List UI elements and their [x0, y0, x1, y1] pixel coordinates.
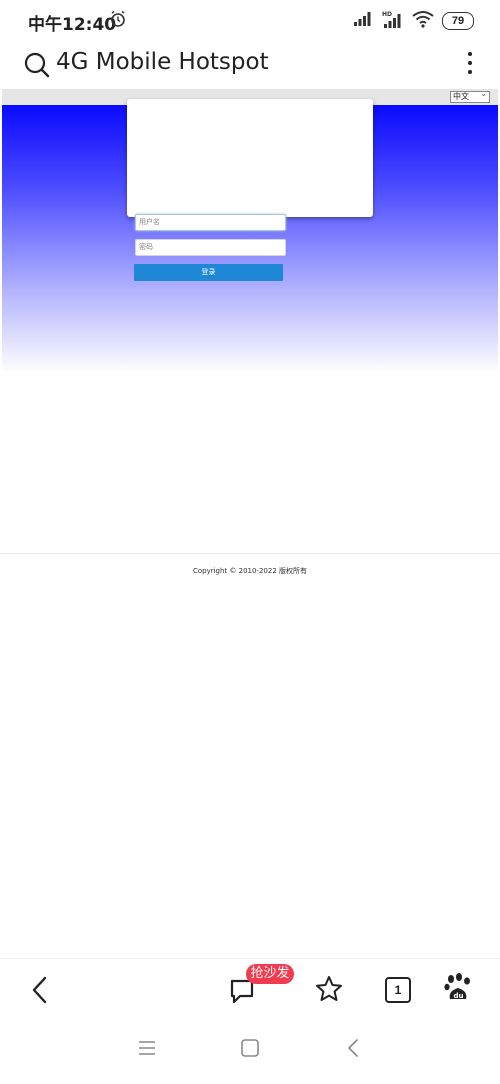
browser-title-bar: 4G Mobile Hotspot	[0, 40, 500, 88]
language-select[interactable]: 中文	[450, 89, 490, 103]
divider	[0, 553, 500, 554]
status-bar: 中午12:40 HD 79	[0, 0, 500, 40]
copyright-text: Copyright © 2010-2022 版权所有	[192, 567, 308, 575]
home-icon[interactable]	[241, 1039, 259, 1062]
svg-text:HD: HD	[382, 11, 392, 18]
status-time: 中午12:40	[28, 15, 117, 35]
comment-badge[interactable]: 抢沙发	[246, 964, 294, 984]
search-icon[interactable]	[24, 52, 50, 83]
back-icon[interactable]	[347, 1038, 359, 1063]
tabs-icon[interactable]: 1	[385, 977, 411, 1003]
signal-icon	[354, 11, 374, 31]
system-nav-bar	[0, 1019, 500, 1084]
back-icon[interactable]	[30, 975, 50, 1010]
menu-icon[interactable]	[138, 1040, 156, 1061]
star-icon[interactable]	[315, 975, 343, 1008]
more-vert-icon[interactable]	[462, 52, 478, 78]
baidu-paw-icon[interactable]: du	[444, 973, 472, 1008]
battery-icon: 79	[442, 12, 474, 30]
password-input[interactable]: 密码	[135, 239, 286, 256]
alarm-icon	[110, 10, 126, 33]
login-card	[127, 99, 373, 217]
hd-signal-icon: HD	[382, 10, 404, 33]
svg-text:du: du	[454, 992, 464, 1000]
page-title[interactable]: 4G Mobile Hotspot	[56, 49, 269, 75]
login-button[interactable]: 登录	[134, 264, 283, 281]
username-input[interactable]: 用户名	[135, 214, 286, 231]
wifi-icon	[412, 10, 434, 33]
